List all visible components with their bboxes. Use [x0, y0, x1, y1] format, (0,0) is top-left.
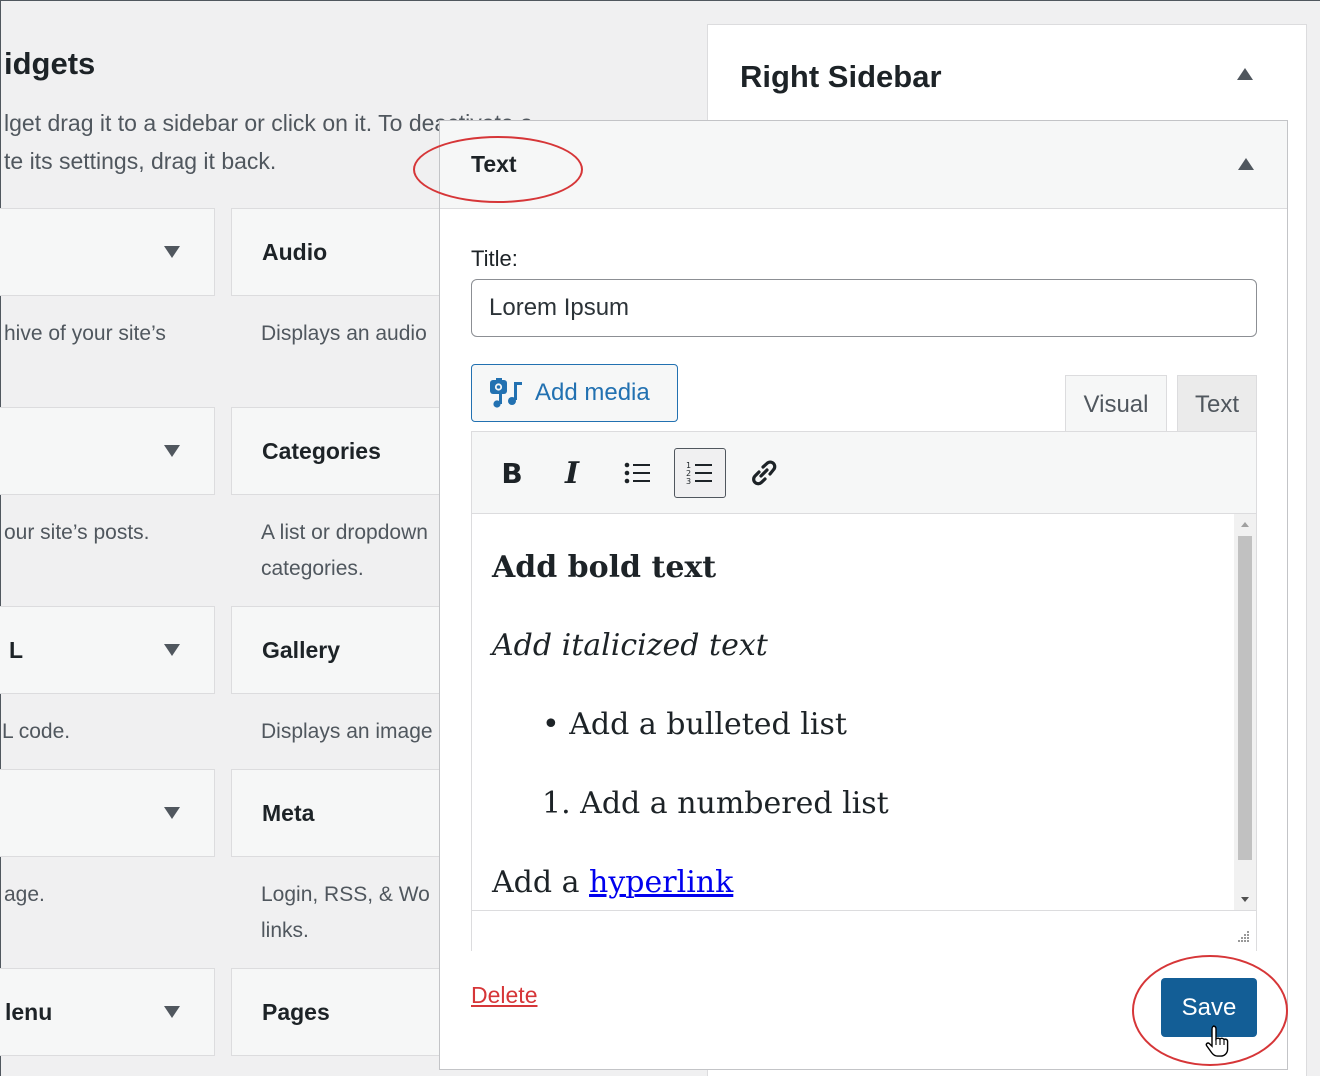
- numbered-list-button[interactable]: 1 2 3: [674, 448, 726, 498]
- widget-title: Categories: [262, 437, 381, 464]
- tab-visual[interactable]: Visual: [1065, 375, 1167, 433]
- numbered-list-item: 1. Add a numbered list: [542, 786, 889, 821]
- tab-text[interactable]: Text: [1177, 375, 1257, 433]
- italic-text: Add italicized text: [492, 628, 768, 663]
- widget-custom-html[interactable]: L: [0, 606, 215, 694]
- widget-description-line-2: links.: [261, 919, 309, 942]
- rich-text-editor[interactable]: B I 1 2 3 Add bold text Add italicized t…: [471, 431, 1257, 951]
- widget-description: Login, RSS, & Wo: [261, 883, 430, 906]
- scroll-down-icon[interactable]: [1241, 897, 1249, 902]
- text-widget: Text Title: Add media Visual Text B I: [439, 120, 1288, 1070]
- widget-description: age.: [4, 883, 45, 906]
- widget-description: L code.: [2, 720, 71, 743]
- widget-description: Displays an image: [261, 720, 433, 743]
- bullet-item-text: Add a bulleted list: [569, 707, 847, 742]
- widget-archives[interactable]: [0, 208, 215, 296]
- chevron-down-icon[interactable]: [164, 1006, 180, 1018]
- chevron-down-icon[interactable]: [164, 644, 180, 656]
- add-media-button[interactable]: Add media: [471, 364, 678, 422]
- widget-title: Pages: [262, 998, 330, 1025]
- widget-title: Gallery: [262, 636, 340, 663]
- insert-link-button[interactable]: [738, 448, 790, 498]
- svg-text:3: 3: [686, 477, 691, 486]
- widget-description: our site’s posts.: [4, 521, 150, 544]
- bold-button[interactable]: B: [486, 448, 538, 498]
- editor-content[interactable]: Add bold text Add italicized text • Add …: [472, 514, 1232, 910]
- hand-cursor-icon: [1205, 1025, 1229, 1057]
- add-media-label: Add media: [535, 379, 650, 406]
- chevron-up-icon[interactable]: [1238, 158, 1254, 170]
- text-widget-title: Text: [471, 151, 517, 177]
- widget-calendar[interactable]: [0, 407, 215, 495]
- widget-description: hive of your site’s: [4, 322, 166, 345]
- widget-gallery[interactable]: Gallery: [231, 606, 451, 694]
- widget-navigation-menu[interactable]: lenu: [0, 968, 215, 1056]
- title-input[interactable]: [471, 279, 1257, 337]
- widget-title: Audio: [262, 238, 328, 265]
- widget-pages[interactable]: Pages: [231, 968, 451, 1056]
- scroll-up-icon[interactable]: [1241, 522, 1249, 527]
- chevron-up-icon[interactable]: [1237, 68, 1253, 80]
- numbered-marker: 1.: [542, 786, 571, 821]
- editor-statusbar: [472, 910, 1256, 951]
- widget-audio[interactable]: Audio: [231, 208, 451, 296]
- page-title: idgets: [4, 46, 96, 81]
- chevron-down-icon[interactable]: [164, 807, 180, 819]
- bullet-icon: •: [542, 707, 570, 742]
- text-widget-header[interactable]: Text: [440, 121, 1287, 209]
- link-icon: [752, 460, 777, 486]
- scroll-thumb[interactable]: [1238, 536, 1252, 860]
- sidebar-title: Right Sidebar: [740, 59, 942, 94]
- widget-image[interactable]: [0, 769, 215, 857]
- hyperlink[interactable]: hyperlink: [589, 865, 733, 900]
- chevron-down-icon[interactable]: [164, 246, 180, 258]
- delete-link[interactable]: Delete: [471, 982, 537, 1009]
- editor-scrollbar[interactable]: [1234, 514, 1256, 910]
- title-label: Title:: [471, 246, 518, 271]
- chevron-down-icon[interactable]: [164, 445, 180, 457]
- bold-text: Add bold text: [492, 550, 717, 585]
- bulleted-list-icon: [624, 462, 650, 484]
- hyperlink-paragraph: Add a hyperlink: [492, 865, 733, 900]
- widget-title: L: [9, 636, 24, 663]
- widget-description-line-2: categories.: [261, 557, 364, 580]
- numbered-list-icon: 1 2 3: [686, 461, 712, 486]
- widget-description: A list or dropdown: [261, 521, 428, 544]
- bulleted-list-button[interactable]: [612, 448, 664, 498]
- media-icon: [490, 378, 522, 408]
- bulleted-list-item: • Add a bulleted list: [542, 707, 847, 742]
- widget-title: lenu: [5, 998, 53, 1025]
- resize-handle-icon[interactable]: [1234, 929, 1250, 945]
- editor-toolbar: B I 1 2 3: [472, 432, 1256, 514]
- italic-button[interactable]: I: [546, 448, 598, 498]
- numbered-item-text: Add a numbered list: [580, 786, 889, 821]
- widget-title: Meta: [262, 799, 315, 826]
- widget-description: Displays an audio: [261, 322, 427, 345]
- widget-meta[interactable]: Meta: [231, 769, 451, 857]
- widget-categories[interactable]: Categories: [231, 407, 451, 495]
- link-prefix: Add a: [492, 865, 590, 900]
